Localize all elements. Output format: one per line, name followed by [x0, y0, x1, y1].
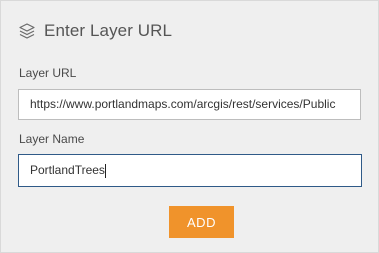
layers-icon — [18, 22, 36, 40]
layer-name-input[interactable]: PortlandTrees — [18, 154, 362, 187]
text-caret — [104, 163, 106, 178]
layer-url-input[interactable] — [18, 89, 361, 120]
panel-header: Enter Layer URL — [18, 21, 172, 41]
add-layer-panel: Enter Layer URL Layer URL Layer Name Por… — [0, 0, 379, 253]
layer-name-label: Layer Name — [19, 132, 85, 146]
add-button[interactable]: ADD — [169, 206, 234, 238]
layer-name-value: PortlandTrees — [30, 163, 105, 177]
panel-title: Enter Layer URL — [44, 21, 173, 40]
layer-url-label: Layer URL — [19, 66, 77, 80]
